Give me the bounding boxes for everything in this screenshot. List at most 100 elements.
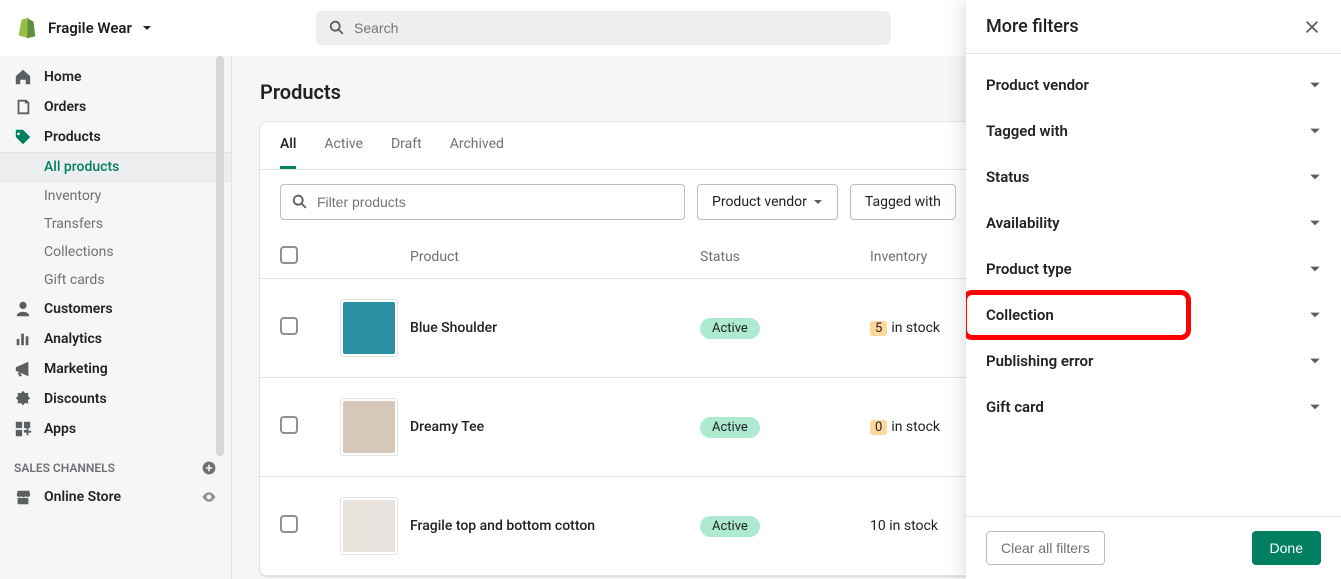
nav-discounts[interactable]: Discounts xyxy=(0,384,231,414)
sales-channels-label: SALES CHANNELS xyxy=(14,461,115,475)
filter-chip-vendor[interactable]: Product vendor xyxy=(697,184,838,220)
nav-marketing[interactable]: Marketing xyxy=(0,354,231,384)
sales-channels-header: SALES CHANNELS xyxy=(0,444,231,482)
sidebar-scrollbar[interactable] xyxy=(216,56,224,456)
search-icon xyxy=(291,193,309,211)
filter-products-input-wrap[interactable] xyxy=(280,184,685,220)
filter-item-label: Publishing error xyxy=(986,352,1093,370)
tab-active[interactable]: Active xyxy=(324,122,363,169)
filter-item-product-type[interactable]: Product type xyxy=(966,246,1341,292)
col-product-header[interactable]: Product xyxy=(410,249,700,265)
chevron-down-icon xyxy=(1309,355,1321,367)
nav-products[interactable]: Products xyxy=(0,122,231,152)
filter-products-input[interactable] xyxy=(317,194,674,210)
nav-analytics[interactable]: Analytics xyxy=(0,324,231,354)
discounts-icon xyxy=(14,390,32,408)
select-all-checkbox[interactable] xyxy=(280,246,298,264)
status-badge: Active xyxy=(700,417,760,438)
marketing-icon xyxy=(14,360,32,378)
nav-sub-collections[interactable]: Collections xyxy=(0,238,231,266)
store-icon xyxy=(14,488,32,506)
inventory-low-badge: 0 xyxy=(870,420,887,435)
chevron-down-icon xyxy=(1309,401,1321,413)
row-checkbox[interactable] xyxy=(280,317,298,335)
nav-home[interactable]: Home xyxy=(0,62,231,92)
add-channel-icon[interactable] xyxy=(201,460,217,476)
filter-item-tagged[interactable]: Tagged with xyxy=(966,108,1341,154)
shopify-logo xyxy=(16,16,38,40)
apps-icon xyxy=(14,420,32,438)
nav-customers[interactable]: Customers xyxy=(0,294,231,324)
inventory-text: in stock xyxy=(891,419,940,435)
filter-chip-label: Product vendor xyxy=(712,194,807,210)
col-status-header[interactable]: Status xyxy=(700,249,870,265)
filter-item-label: Availability xyxy=(986,214,1060,232)
global-search[interactable] xyxy=(316,11,891,45)
nav-label: Marketing xyxy=(44,361,108,377)
status-badge: Active xyxy=(700,516,760,537)
done-button[interactable]: Done xyxy=(1252,531,1321,565)
filter-item-vendor[interactable]: Product vendor xyxy=(966,62,1341,108)
global-search-input[interactable] xyxy=(354,20,879,36)
nav-sub-inventory[interactable]: Inventory xyxy=(0,182,231,210)
filter-item-availability[interactable]: Availability xyxy=(966,200,1341,246)
filter-item-collection[interactable]: Collection xyxy=(966,292,1341,338)
chevron-down-icon xyxy=(1309,263,1321,275)
nav-label: Customers xyxy=(44,301,113,317)
analytics-icon xyxy=(14,330,32,348)
nav-orders[interactable]: Orders xyxy=(0,92,231,122)
filter-chip-tagged[interactable]: Tagged with xyxy=(850,184,956,220)
nav-sub-gift-cards[interactable]: Gift cards xyxy=(0,266,231,294)
product-name[interactable]: Dreamy Tee xyxy=(410,419,700,435)
chevron-down-icon xyxy=(1309,79,1321,91)
topbar-left: Fragile Wear xyxy=(16,16,316,40)
status-badge: Active xyxy=(700,318,760,339)
more-filters-panel: More filters Product vendor Tagged with … xyxy=(966,0,1341,579)
filter-item-gift-card[interactable]: Gift card xyxy=(966,384,1341,430)
product-thumb xyxy=(340,398,398,456)
search-icon xyxy=(328,19,346,37)
tab-archived[interactable]: Archived xyxy=(450,122,504,169)
store-name[interactable]: Fragile Wear xyxy=(48,19,132,37)
filter-item-publishing-error[interactable]: Publishing error xyxy=(966,338,1341,384)
chevron-down-icon xyxy=(1309,125,1321,137)
nav-sub-transfers[interactable]: Transfers xyxy=(0,210,231,238)
filter-item-label: Tagged with xyxy=(986,122,1068,140)
nav-apps[interactable]: Apps xyxy=(0,414,231,444)
row-checkbox[interactable] xyxy=(280,416,298,434)
close-icon[interactable] xyxy=(1303,18,1321,36)
products-icon xyxy=(14,128,32,146)
chevron-down-icon xyxy=(1309,171,1321,183)
clear-filters-button[interactable]: Clear all filters xyxy=(986,531,1105,565)
product-name[interactable]: Blue Shoulder xyxy=(410,320,700,336)
filter-panel-title: More filters xyxy=(986,16,1079,37)
nav-label: Home xyxy=(44,69,82,85)
inventory-text: in stock xyxy=(891,320,940,336)
product-name[interactable]: Fragile top and bottom cotton xyxy=(410,518,700,534)
channel-online-store[interactable]: Online Store xyxy=(0,482,231,512)
filter-item-label: Product vendor xyxy=(986,76,1089,94)
product-thumb xyxy=(340,299,398,357)
nav-sub-all-products[interactable]: All products xyxy=(0,152,231,182)
filter-item-status[interactable]: Status xyxy=(966,154,1341,200)
nav-label: Analytics xyxy=(44,331,102,347)
nav-label: Apps xyxy=(44,421,76,437)
nav-label: Orders xyxy=(44,99,86,115)
filter-panel-header: More filters xyxy=(966,0,1341,54)
inventory-text: in stock xyxy=(889,518,938,534)
store-dropdown-caret-icon[interactable] xyxy=(142,23,152,33)
tab-all[interactable]: All xyxy=(280,122,296,169)
orders-icon xyxy=(14,98,32,116)
chevron-down-icon xyxy=(1309,309,1321,321)
filter-item-label: Gift card xyxy=(986,398,1044,416)
filter-chip-label: Tagged with xyxy=(865,194,941,210)
row-checkbox[interactable] xyxy=(280,515,298,533)
tab-draft[interactable]: Draft xyxy=(391,122,422,169)
caret-down-icon xyxy=(813,197,823,207)
inventory-count: 10 xyxy=(870,518,886,534)
product-thumb xyxy=(340,497,398,555)
customers-icon xyxy=(14,300,32,318)
view-store-icon[interactable] xyxy=(201,489,217,505)
nav-label: Products xyxy=(44,129,101,145)
sidebar: Home Orders Products All products Invent… xyxy=(0,56,232,579)
